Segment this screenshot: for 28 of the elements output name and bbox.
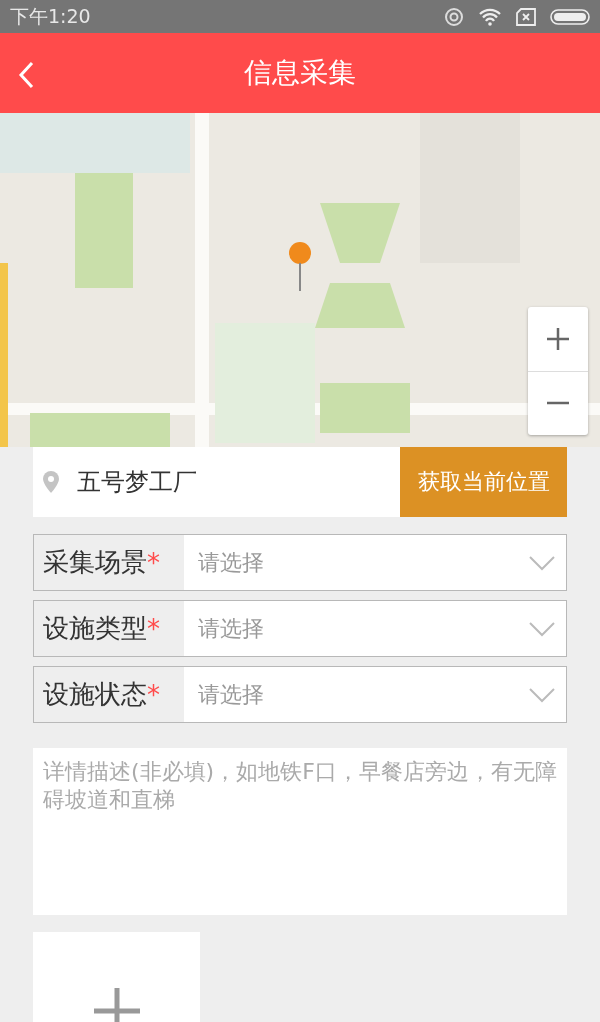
- field-label: 设施状态: [43, 678, 147, 711]
- plus-icon: [93, 988, 140, 1022]
- hotspot-icon: [444, 6, 464, 27]
- status-time: 下午1:20: [10, 3, 91, 29]
- location-pin-icon: [43, 471, 59, 493]
- minus-icon: [546, 401, 570, 406]
- select-field[interactable]: 采集场景* 请选择: [33, 534, 567, 591]
- chevron-down-icon: [528, 554, 556, 571]
- location-text: 五号梦工厂: [77, 467, 198, 498]
- field-label: 采集场景: [43, 546, 147, 579]
- field-label: 设施类型: [43, 612, 147, 645]
- select-field[interactable]: 设施状态* 请选择: [33, 666, 567, 723]
- select-placeholder: 请选择: [197, 614, 265, 643]
- wifi-icon: [478, 7, 502, 26]
- page-title: 信息采集: [244, 55, 356, 91]
- chevron-down-icon: [528, 620, 556, 637]
- description-field[interactable]: 详情描述(非必填)，如地铁F口，早餐店旁边，有无障碍坡道和直梯: [33, 748, 567, 915]
- required-mark: *: [147, 679, 160, 710]
- back-icon: [18, 61, 34, 89]
- required-mark: *: [147, 613, 160, 644]
- select-field[interactable]: 设施类型* 请选择: [33, 600, 567, 657]
- no-sim-icon: [516, 7, 536, 26]
- select-placeholder: 请选择: [197, 680, 265, 709]
- battery-icon: [550, 8, 590, 25]
- chevron-down-icon: [528, 686, 556, 703]
- select-placeholder: 请选择: [197, 548, 265, 577]
- plus-icon: [546, 326, 570, 351]
- required-mark: *: [147, 547, 160, 578]
